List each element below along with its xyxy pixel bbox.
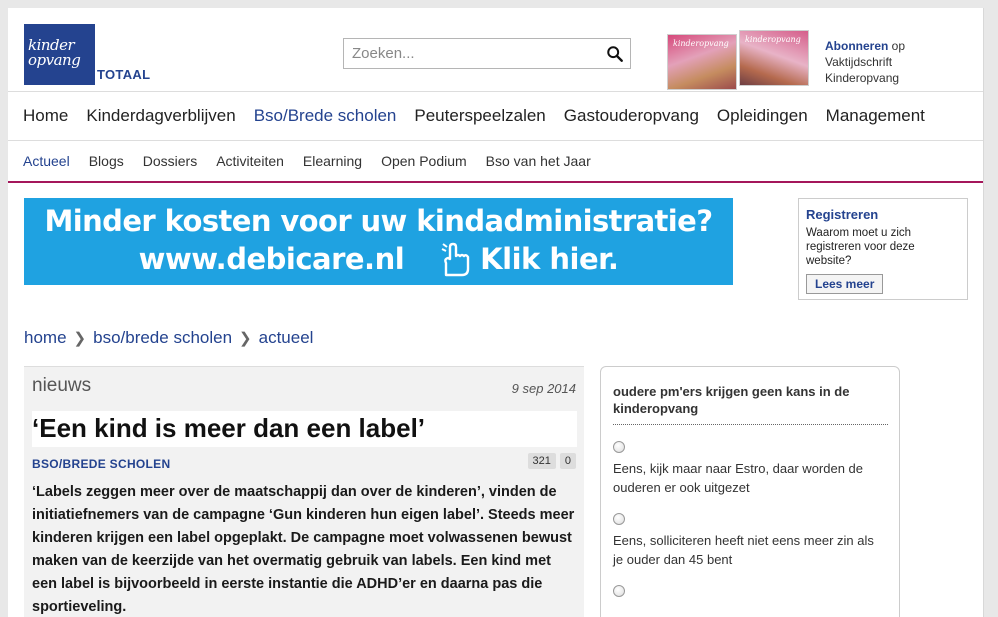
logo-suffix: TOTAAL xyxy=(97,67,151,82)
main-nav: Home Kinderdagverblijven Bso/Brede schol… xyxy=(8,91,983,141)
article-label: nieuws xyxy=(32,375,92,396)
article-title[interactable]: ‘Een kind is meer dan een label’ xyxy=(32,411,577,447)
radio-button[interactable] xyxy=(613,441,625,453)
radio-button[interactable] xyxy=(613,513,625,525)
register-box: Registreren Waarom moet u zich registrer… xyxy=(798,198,968,300)
radio-button[interactable] xyxy=(613,585,625,597)
nav-management[interactable]: Management xyxy=(826,106,925,126)
poll-option-label[interactable]: Eens, kijk maar naar Estro, daar worden … xyxy=(613,459,887,497)
logo-mark: kinder opvang xyxy=(24,24,95,85)
subnav-dossiers[interactable]: Dossiers xyxy=(143,153,197,169)
nav-opleidingen[interactable]: Opleidingen xyxy=(717,106,808,126)
read-more-button[interactable]: Lees meer xyxy=(806,274,884,294)
poll-question: oudere pm'ers krijgen geen kans in de ki… xyxy=(613,383,888,425)
magazine-covers[interactable]: kinderopvang kinderopvang xyxy=(667,30,813,90)
register-text: Waarom moet u zich registreren voor deze… xyxy=(806,227,915,267)
poll-option-label[interactable]: Eens, solliciteren heeft niet eens meer … xyxy=(613,531,887,569)
nav-home[interactable]: Home xyxy=(23,106,68,126)
chevron-right-icon: ❯ xyxy=(73,330,87,347)
subnav-elearning[interactable]: Elearning xyxy=(303,153,362,169)
subscribe-link[interactable]: Abonneren xyxy=(825,39,888,53)
nav-peuterspeelzalen[interactable]: Peuterspeelzalen xyxy=(414,106,545,126)
register-title: Registreren xyxy=(806,207,879,222)
search-icon[interactable] xyxy=(606,45,624,63)
site-logo[interactable]: kinder opvang TOTAAL xyxy=(24,24,150,85)
nav-kinderdagverblijven[interactable]: Kinderdagverblijven xyxy=(86,106,235,126)
comment-count-badge[interactable]: 0 xyxy=(559,453,576,469)
nav-bso-brede-scholen[interactable]: Bso/Brede scholen xyxy=(254,106,397,126)
article-lead: ‘Labels zeggen meer over de maatschappij… xyxy=(32,484,575,615)
poll-option[interactable] xyxy=(613,585,887,597)
poll-box: oudere pm'ers krijgen geen kans in de ki… xyxy=(600,366,900,617)
view-count-badge: 321 xyxy=(527,453,556,469)
breadcrumb-home[interactable]: home xyxy=(24,328,67,348)
poll-option[interactable]: Eens, kijk maar naar Estro, daar worden … xyxy=(613,441,887,497)
nav-gastouderopvang[interactable]: Gastouderopvang xyxy=(564,106,699,126)
ad-banner[interactable]: Minder kosten voor uw kindadministratie?… xyxy=(24,198,733,285)
pointing-hand-icon xyxy=(441,242,470,277)
breadcrumb: home ❯ bso/brede scholen ❯ actueel xyxy=(24,328,313,348)
search-box xyxy=(343,38,631,69)
magazine-cover-2[interactable]: kinderopvang xyxy=(739,30,809,86)
subnav-actueel[interactable]: Actueel xyxy=(23,153,70,169)
article-category[interactable]: BSO/BREDE SCHOLEN xyxy=(32,457,170,471)
banner-cta: Klik hier. xyxy=(480,242,619,276)
breadcrumb-bso[interactable]: bso/brede scholen xyxy=(93,328,232,348)
article-card: nieuws 9 sep 2014 ‘Een kind is meer dan … xyxy=(24,366,584,617)
subnav-activiteiten[interactable]: Activiteiten xyxy=(216,153,284,169)
poll-option[interactable]: Eens, solliciteren heeft niet eens meer … xyxy=(613,513,887,569)
banner-url: www.debicare.nl xyxy=(138,242,405,276)
subnav-blogs[interactable]: Blogs xyxy=(89,153,124,169)
subnav-bso-van-het-jaar[interactable]: Bso van het Jaar xyxy=(486,153,591,169)
breadcrumb-actueel[interactable]: actueel xyxy=(259,328,314,348)
search-input[interactable] xyxy=(344,39,594,68)
subnav-open-podium[interactable]: Open Podium xyxy=(381,153,467,169)
article-counts: 321 0 xyxy=(527,453,576,469)
article-date: 9 sep 2014 xyxy=(511,381,576,396)
magazine-cover-1[interactable]: kinderopvang xyxy=(667,34,737,90)
page: kinder opvang TOTAAL kinderopvang kinder… xyxy=(8,8,984,617)
banner-headline: Minder kosten voor uw kindadministratie? xyxy=(44,204,714,238)
sub-nav: Actueel Blogs Dossiers Activiteiten Elea… xyxy=(8,141,983,183)
subscribe-text: Abonneren op Vaktijdschrift Kinderopvang xyxy=(825,38,945,86)
chevron-right-icon: ❯ xyxy=(239,330,252,347)
